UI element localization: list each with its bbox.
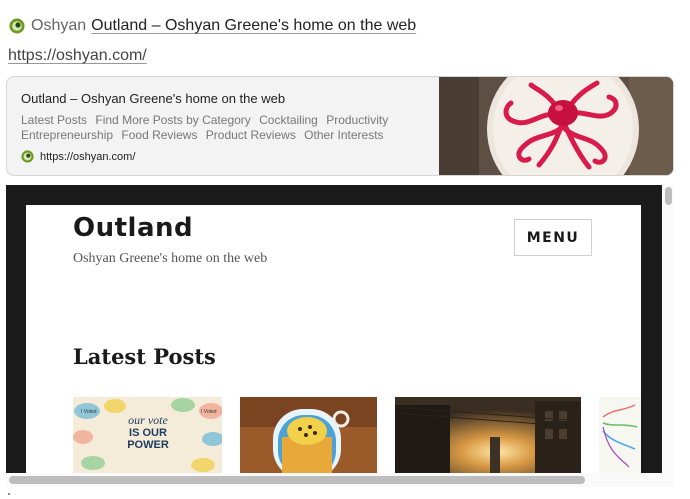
divider-dot [8,493,10,495]
post-url-link[interactable]: https://oshyan.com/ [8,47,147,65]
embedded-site-frame[interactable]: Outland Oshyan Greene's home on the web … [6,185,662,473]
vertical-scroll-thumb[interactable] [665,187,672,205]
horizontal-scroll-thumb[interactable] [9,476,585,484]
post-title-link[interactable]: Outland – Oshyan Greene's home on the we… [91,17,416,35]
post-thumbnail-vote[interactable]: I Voted I Voted our vote IS OUR POWER [73,397,222,473]
category-cocktailing[interactable]: Cocktailing [259,113,318,127]
thumbnail-text-line2: IS OUR [129,427,167,439]
vertical-scrollbar[interactable] [662,185,674,473]
category-other-interests[interactable]: Other Interests [304,128,383,142]
latest-posts-heading: Latest Posts [73,344,216,369]
preview-title[interactable]: Outland – Oshyan Greene's home on the we… [21,91,285,106]
category-entrepreneurship[interactable]: Entrepreneurship [21,128,113,142]
link-preview-card[interactable]: Outland – Oshyan Greene's home on the we… [6,76,674,176]
sticker-label: I Voted [201,409,217,415]
sticker-label: I Voted [81,409,97,415]
category-productivity[interactable]: Productivity [326,113,388,127]
post-thumbnail-passionfruit[interactable] [240,397,377,473]
embedded-site-page: Outland Oshyan Greene's home on the web … [26,205,641,473]
horizontal-scrollbar[interactable] [6,473,674,487]
category-product-reviews[interactable]: Product Reviews [206,128,296,142]
menu-button[interactable]: MENU [514,219,592,256]
thumbnail-text-line1: our vote [128,413,168,427]
category-find-more-posts[interactable]: Find More Posts by Category [95,113,250,127]
category-latest-posts[interactable]: Latest Posts [21,113,87,127]
post-header: Oshyan Outland – Oshyan Greene's home on… [9,15,416,37]
preview-domain-text: https://oshyan.com/ [40,150,136,163]
category-food-reviews[interactable]: Food Reviews [121,128,197,142]
preview-domain[interactable]: https://oshyan.com/ [21,150,135,163]
octopus-plate-image[interactable] [439,77,673,175]
post-thumbnail-mindmap[interactable] [599,397,641,473]
author-name[interactable]: Oshyan [31,17,86,35]
site-favicon-icon [21,150,34,163]
post-thumbnail-city-sunset[interactable] [395,397,581,473]
site-favicon-icon [9,18,25,34]
thumbnail-text-line3: POWER [127,439,169,451]
preview-categories: Latest Posts Find More Posts by Category… [21,113,421,143]
site-title[interactable]: Outland [73,213,193,243]
site-tagline: Oshyan Greene's home on the web [73,251,268,266]
